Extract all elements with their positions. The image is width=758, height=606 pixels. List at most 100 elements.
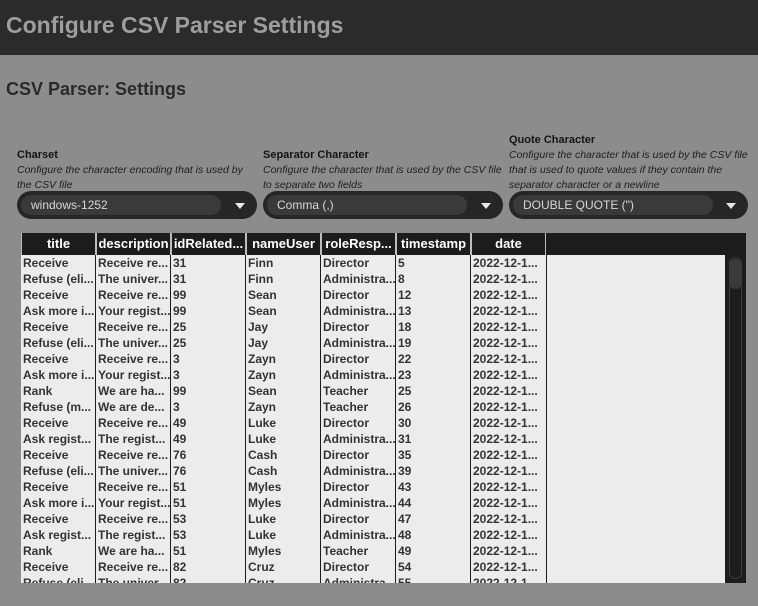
- table-cell: 76: [173, 464, 187, 478]
- charset-group: Charset Configure the character encoding…: [17, 148, 257, 193]
- table-cell: Rank: [23, 544, 53, 558]
- table-cell: Teacher: [323, 384, 369, 398]
- table-cell: 51: [173, 544, 187, 558]
- csv-preview-table: title description idRelated... nameUser role…: [21, 233, 746, 583]
- table-cell: Myles: [248, 496, 282, 510]
- table-cell: 54: [398, 560, 412, 574]
- table-cell: 2022-12-1...: [473, 256, 538, 270]
- table-row[interactable]: Receive Receive re... 31 Finn Director 5 2022-…: [21, 255, 546, 271]
- table-row[interactable]: Refuse (eli... The univer... 31 Finn Adminis…: [21, 271, 546, 287]
- table-cell: Cash: [248, 464, 278, 478]
- table-row[interactable]: Receive Receive re... 53 Luke Director 47 2022…: [21, 511, 546, 527]
- column-header[interactable]: description: [96, 233, 171, 255]
- table-cell: Receive re...: [98, 416, 169, 430]
- table-cell: 2022-12-1...: [473, 416, 538, 430]
- table-row[interactable]: Receive Receive re... 82 Cruz Director 54 2022…: [21, 559, 546, 575]
- table-cell: Receive: [23, 480, 69, 494]
- title-bar: Configure CSV Parser Settings: [0, 0, 758, 55]
- table-cell: 82: [173, 576, 187, 583]
- table-row[interactable]: Refuse (eli... The univer... 82 Cruz Adminis…: [21, 575, 546, 583]
- table-row[interactable]: Receive Receive re... 51 Myles Director 43 202…: [21, 479, 546, 495]
- quote-value: DOUBLE QUOTE ("): [523, 198, 634, 212]
- table-cell: Administra...: [323, 432, 395, 446]
- table-row[interactable]: Refuse (m... We are de... 3 Zayn Teacher 26 20…: [21, 399, 546, 415]
- chevron-down-icon[interactable]: [235, 203, 245, 209]
- quote-label: Quote Character: [509, 134, 596, 146]
- table-cell: 99: [173, 304, 187, 318]
- table-cell: Refuse (eli...: [23, 336, 94, 350]
- table-cell: Refuse (eli...: [23, 576, 94, 583]
- table-cell: The regist...: [98, 528, 166, 542]
- table-cell: 2022-12-1...: [473, 448, 538, 462]
- table-cell: Receive re...: [98, 288, 169, 302]
- table-cell: Rank: [23, 384, 53, 398]
- column-header[interactable]: timestamp: [396, 233, 471, 255]
- table-cell: 25: [173, 336, 187, 350]
- table-row[interactable]: Ask more i... Your regist... 51 Myles Admini…: [21, 495, 546, 511]
- table-cell: Receive: [23, 416, 69, 430]
- table-row[interactable]: Receive Receive re... 49 Luke Director 30 2022…: [21, 415, 546, 431]
- table-cell: Receive: [23, 448, 69, 462]
- table-cell: Luke: [248, 416, 277, 430]
- table-cell: 23: [398, 368, 412, 382]
- table-cell: 31: [398, 432, 412, 446]
- column-header[interactable]: title: [21, 233, 96, 255]
- table-row[interactable]: Rank We are ha... 99 Sean Teacher 25 2022-12-1…: [21, 383, 546, 399]
- table-cell: 22: [398, 352, 412, 366]
- table-cell: 31: [173, 256, 187, 270]
- scrollbar-thumb[interactable]: [729, 259, 742, 289]
- table-cell: Director: [323, 512, 370, 526]
- table-cell: Receive: [23, 560, 69, 574]
- table-cell: 2022-12-1...: [473, 560, 538, 574]
- table-cell: Sean: [248, 288, 277, 302]
- table-cell: Ask more i...: [23, 496, 95, 510]
- table-cell: 2022-12-1...: [473, 304, 538, 318]
- table-cell: Your regist...: [98, 368, 170, 382]
- table-row[interactable]: Ask regist... The regist... 49 Luke Administ…: [21, 431, 546, 447]
- column-header[interactable]: idRelated...: [171, 233, 246, 255]
- table-row[interactable]: Ask more i... Your regist... 3 Zayn Administ…: [21, 367, 546, 383]
- table-cell: 2022-12-1...: [473, 528, 538, 542]
- separator-select[interactable]: Comma (,): [263, 191, 503, 219]
- table-row[interactable]: Rank We are ha... 51 Myles Teacher 49 2022-12-…: [21, 543, 546, 559]
- table-row[interactable]: Receive Receive re... 99 Sean Director 12 2022…: [21, 287, 546, 303]
- separator-label: Separator Character: [263, 149, 369, 161]
- table-cell: Receive re...: [98, 256, 169, 270]
- table-cell: 2022-12-1...: [473, 352, 538, 366]
- quote-select[interactable]: DOUBLE QUOTE ("): [509, 191, 748, 219]
- column-header[interactable]: roleResp...: [321, 233, 396, 255]
- charset-select[interactable]: windows-1252: [17, 191, 257, 219]
- table-cell: 3: [173, 352, 180, 366]
- vertical-scrollbar[interactable]: [727, 255, 744, 581]
- table-row[interactable]: Receive Receive re... 76 Cash Director 35 2022…: [21, 447, 546, 463]
- table-cell: 2022-12-1...: [473, 496, 538, 510]
- table-cell: 2022-12-1...: [473, 320, 538, 334]
- table-row[interactable]: Receive Receive re... 3 Zayn Director 22 2022-…: [21, 351, 546, 367]
- table-row[interactable]: Ask regist... The regist... 53 Luke Administ…: [21, 527, 546, 543]
- table-cell: 49: [173, 432, 187, 446]
- table-cell: 2022-12-1...: [473, 384, 538, 398]
- table-cell: We are ha...: [98, 544, 165, 558]
- table-cell: 51: [173, 480, 187, 494]
- table-row[interactable]: Ask more i... Your regist... 99 Sean Adminis…: [21, 303, 546, 319]
- table-cell: Receive re...: [98, 512, 169, 526]
- table-row[interactable]: Refuse (eli... The univer... 25 Jay Administ…: [21, 335, 546, 351]
- table-cell: Administra...: [323, 576, 395, 583]
- table-cell: We are de...: [98, 400, 165, 414]
- table-cell: The regist...: [98, 432, 166, 446]
- separator-select-field: Comma (,): [267, 195, 467, 215]
- table-cell: Director: [323, 256, 370, 270]
- table-row[interactable]: Refuse (eli... The univer... 76 Cash Adminis…: [21, 463, 546, 479]
- table-row[interactable]: Receive Receive re... 25 Jay Director 18 2022-…: [21, 319, 546, 335]
- table-cell: Cash: [248, 448, 278, 462]
- table-cell: 2022-12-1...: [473, 288, 538, 302]
- table-cell: The univer...: [98, 464, 169, 478]
- chevron-down-icon[interactable]: [481, 203, 491, 209]
- table-cell: 2022-12-1...: [473, 400, 538, 414]
- chevron-down-icon[interactable]: [726, 203, 736, 209]
- table-cell: 51: [173, 496, 187, 510]
- column-header[interactable]: date: [471, 233, 546, 255]
- column-header[interactable]: nameUser: [246, 233, 321, 255]
- table-cell: 44: [398, 496, 412, 510]
- table-cell: Jay: [248, 336, 269, 350]
